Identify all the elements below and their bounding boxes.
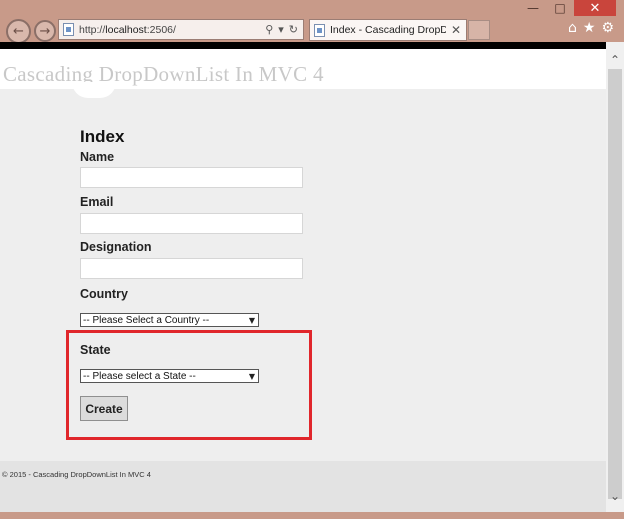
close-window-button[interactable]: ✕ [574,0,616,16]
designation-input[interactable] [80,258,303,279]
back-button[interactable]: ← [6,19,31,44]
create-button[interactable]: Create [80,396,128,421]
country-select-value: -- Please Select a Country -- [83,314,210,326]
vertical-scrollbar[interactable]: ⌃ ⌄ [606,42,624,512]
country-select[interactable]: -- Please Select a Country -- ▼ [80,313,259,327]
email-input[interactable] [80,213,303,234]
designation-label: Designation [80,240,152,254]
state-select[interactable]: -- Please select a State -- ▼ [80,369,259,383]
url-suffix: :2506/ [146,23,176,36]
site-title[interactable]: Cascading DropDownList In MVC 4 [3,62,324,87]
window-controls: — □ ✕ [520,0,616,16]
home-icon[interactable]: ⌂ [568,20,577,36]
back-arrow-icon: ← [13,24,24,39]
url-prefix: http:// [79,23,106,36]
forward-arrow-icon: → [39,23,51,39]
site-footer: © 2015 - Cascading DropDownList In MVC 4 [0,461,606,512]
state-label: State [80,343,111,357]
maximize-button[interactable]: □ [547,0,573,16]
forward-button[interactable]: → [34,20,56,42]
url-text[interactable]: http://localhost:2506/ [79,24,265,36]
url-host: localhost [105,23,147,36]
page-heading: Index [80,127,125,146]
refresh-icon[interactable]: ↻ [289,23,298,36]
close-icon[interactable]: ✕ [451,23,461,37]
chevron-down-icon: ▼ [248,371,256,381]
state-select-value: -- Please select a State -- [83,370,196,382]
new-tab-button[interactable] [468,20,490,40]
country-label: Country [80,287,128,301]
browser-tab[interactable]: Index - Cascading DropDo... ✕ [309,19,467,41]
page-icon [63,23,74,36]
chevron-down-icon: ▼ [248,315,256,325]
top-bar [0,42,606,49]
name-input[interactable] [80,167,303,188]
header-curve [72,82,116,98]
address-bar[interactable]: http://localhost:2506/ ⚲ ▾ ↻ [58,19,304,40]
dropdown-icon[interactable]: ▾ [278,23,284,36]
email-label: Email [80,195,114,209]
browser-window: — □ ✕ ← → http://localhost:2506/ ⚲ ▾ ↻ I… [0,0,624,519]
name-label: Name [80,150,115,164]
page-viewport: Cascading DropDownList In MVC 4 Index Na… [0,42,606,512]
search-icon[interactable]: ⚲ [265,23,273,36]
browser-toolbar-icons: ⌂ ★ ⚙ [568,20,614,36]
tab-title: Index - Cascading DropDo... [330,24,446,36]
minimize-button[interactable]: — [520,0,546,16]
footer-text: © 2015 - Cascading DropDownList In MVC 4 [2,470,151,479]
tab-page-icon [314,23,325,37]
scroll-thumb[interactable] [608,69,622,499]
star-icon[interactable]: ★ [583,20,596,36]
scroll-down-icon[interactable]: ⌄ [606,488,624,504]
scroll-up-icon[interactable]: ⌃ [606,52,624,68]
gear-icon[interactable]: ⚙ [601,20,614,36]
main-content: Index Name Email Designation Country -- … [0,82,606,461]
